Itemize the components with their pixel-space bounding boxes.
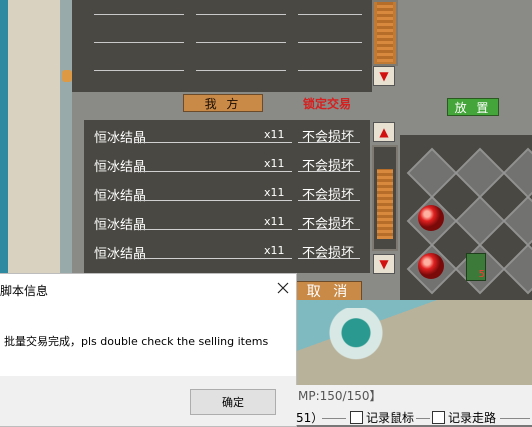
scroll-up-button[interactable]: ▲	[373, 122, 395, 142]
scroll-down-button[interactable]: ▼	[373, 66, 395, 86]
item-durability: 不会损坏	[302, 159, 355, 174]
item-qty: x11	[264, 244, 285, 257]
ornament-icon	[62, 70, 72, 82]
status-fragment: 51）	[296, 411, 324, 425]
my-side-tab[interactable]: 我 方	[183, 94, 263, 112]
script-info-dialog: 脚本信息 批量交易完成，pls double check the selling…	[0, 273, 297, 427]
record-mouse-checkbox[interactable]	[350, 411, 363, 424]
cancel-button[interactable]: 取 消	[296, 281, 362, 301]
red-orb-icon[interactable]	[418, 205, 444, 231]
item-name: 恒冰结晶	[94, 218, 147, 233]
other-side-list	[72, 0, 372, 92]
lock-trade-button[interactable]: 锁定交易	[303, 95, 351, 112]
item-name: 恒冰结晶	[94, 131, 147, 146]
left-decoration	[0, 0, 72, 285]
dialog-footer: 确定	[0, 376, 296, 426]
inventory-slot[interactable]	[502, 195, 532, 247]
character-icon	[326, 308, 386, 363]
arrow-up-icon: ▲	[379, 125, 389, 139]
item-durability: 不会损坏	[302, 188, 355, 203]
status-bottom: 51） 记录鼠标 记录走路	[296, 407, 532, 425]
item-qty: x11	[264, 157, 285, 170]
inventory-grid: 5	[400, 135, 532, 300]
ok-button[interactable]: 确定	[190, 389, 276, 415]
inventory-slot[interactable]	[406, 147, 458, 199]
item-durability: 不会损坏	[302, 217, 355, 232]
scroll-down-button[interactable]: ▼	[373, 254, 395, 274]
dialog-message: 批量交易完成，pls double check the selling item…	[4, 335, 269, 348]
record-mouse-label: 记录鼠标	[366, 411, 415, 425]
scroll-thumb[interactable]	[377, 2, 393, 62]
red-orb-icon[interactable]	[418, 253, 444, 279]
arrow-down-icon: ▼	[379, 69, 389, 83]
top-scrollbar[interactable]	[372, 0, 398, 66]
close-icon[interactable]	[276, 280, 290, 294]
bag-item-icon[interactable]: 5	[466, 253, 486, 281]
inventory-slot[interactable]	[502, 147, 532, 199]
my-item-list: 恒冰结晶 x11 不会损坏 恒冰结晶 x11 不会损坏 恒冰结晶 x11 不会损…	[84, 120, 370, 273]
item-name: 恒冰结晶	[94, 247, 147, 262]
place-button[interactable]: 放 置	[447, 98, 499, 116]
item-durability: 不会损坏	[302, 246, 355, 261]
list-scrollbar[interactable]	[372, 145, 398, 251]
dialog-title: 脚本信息	[0, 284, 49, 298]
bag-badge: 5	[478, 269, 485, 280]
status-strip: MP:150/150】 51） 记录鼠标 记录走路	[296, 385, 532, 425]
inventory-slot[interactable]	[502, 243, 532, 295]
bottom-scene	[296, 300, 532, 385]
record-path-checkbox[interactable]	[432, 411, 445, 424]
item-name: 恒冰结晶	[94, 160, 147, 175]
list-item[interactable]: 恒冰结晶 x11 不会损坏	[84, 209, 370, 237]
list-item[interactable]: 恒冰结晶 x11 不会损坏	[84, 238, 370, 266]
inventory-slot[interactable]	[454, 147, 506, 199]
item-qty: x11	[264, 215, 285, 228]
item-durability: 不会损坏	[302, 130, 355, 145]
list-item[interactable]: 恒冰结晶 x11 不会损坏	[84, 151, 370, 179]
item-qty: x11	[264, 128, 285, 141]
item-qty: x11	[264, 186, 285, 199]
mp-readout: MP:150/150】	[298, 389, 382, 403]
item-name: 恒冰结晶	[94, 189, 147, 204]
scroll-thumb[interactable]	[377, 169, 393, 239]
arrow-down-icon: ▼	[379, 257, 389, 271]
list-item[interactable]: 恒冰结晶 x11 不会损坏	[84, 180, 370, 208]
record-path-label: 记录走路	[448, 411, 497, 425]
inventory-slot[interactable]	[454, 195, 506, 247]
list-item[interactable]: 恒冰结晶 x11 不会损坏	[84, 122, 370, 150]
